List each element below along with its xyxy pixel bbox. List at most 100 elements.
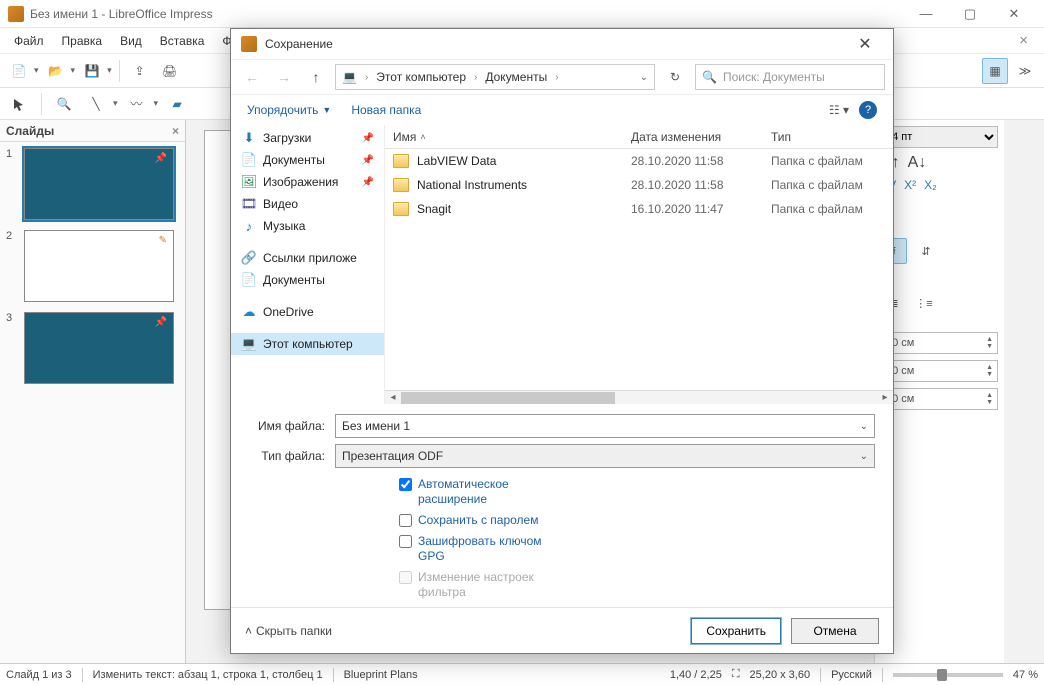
- filter-checkbox: Изменение настроек фильтра: [399, 570, 559, 600]
- folder-tree[interactable]: ⬇Загрузки📌📄Документы📌🖼Изображения📌🎞Видео…: [231, 125, 385, 404]
- tree-item[interactable]: ⬇Загрузки📌: [231, 127, 384, 149]
- slide-thumb-2[interactable]: 2 ✎: [6, 230, 179, 302]
- new-button[interactable]: 📄: [6, 58, 32, 84]
- cancel-button[interactable]: Отмена: [791, 618, 879, 644]
- status-size-icon: ⛶: [732, 668, 740, 681]
- maximize-button[interactable]: ▢: [948, 0, 992, 28]
- status-context: Изменить текст: абзац 1, строка 1, столб…: [93, 669, 323, 681]
- menu-edit[interactable]: Правка: [54, 31, 111, 51]
- dialog-close-button[interactable]: ✕: [847, 30, 883, 58]
- fill-tool[interactable]: ▰: [164, 91, 190, 117]
- tree-item[interactable]: 📄Документы: [231, 269, 384, 291]
- password-checkbox[interactable]: Сохранить с паролем: [399, 513, 538, 528]
- cloud-icon: ☁: [241, 304, 257, 320]
- menu-view[interactable]: Вид: [112, 31, 150, 51]
- statusbar: Слайд 1 из 3 Изменить текст: абзац 1, ст…: [0, 663, 1044, 685]
- dim-3-input[interactable]: 00 см▲▼: [881, 388, 998, 410]
- print-button[interactable]: 🖨: [157, 58, 183, 84]
- music-icon: ♪: [241, 218, 257, 234]
- search-input[interactable]: 🔍 Поиск: Документы: [695, 64, 885, 90]
- slide-thumb-1[interactable]: 1 📌: [6, 148, 179, 220]
- save-button[interactable]: 💾: [79, 58, 105, 84]
- tree-item[interactable]: 🖼Изображения📌: [231, 171, 384, 193]
- slide-thumb-3[interactable]: 3 📌: [6, 312, 179, 384]
- pc-icon: 💻: [241, 336, 257, 352]
- view-mode-button[interactable]: ☷ ▾: [829, 103, 849, 117]
- file-list: Имя˄ Дата изменения Тип LabVIEW Data28.1…: [385, 125, 893, 404]
- menu-file[interactable]: Файл: [6, 31, 52, 51]
- col-name[interactable]: Имя˄: [385, 125, 623, 148]
- zoom-slider[interactable]: [893, 673, 1003, 677]
- doc-icon: 📄: [241, 152, 257, 168]
- gpg-checkbox[interactable]: Зашифровать ключом GPG: [399, 534, 559, 564]
- status-lang: Русский: [831, 669, 872, 681]
- status-size: 25,20 x 3,60: [750, 669, 811, 681]
- nav-forward-button[interactable]: →: [271, 64, 297, 90]
- overflow-button[interactable]: ≫: [1012, 58, 1038, 84]
- status-template: Blueprint Plans: [344, 669, 418, 681]
- decrease-font-icon[interactable]: A↓: [908, 154, 927, 172]
- nav-up-button[interactable]: ↑: [303, 64, 329, 90]
- folder-icon: [393, 154, 409, 168]
- breadcrumb-dropdown-icon[interactable]: ⌄: [640, 72, 648, 83]
- align-middle-icon[interactable]: ⇵: [913, 238, 939, 264]
- save-dialog: Сохранение ✕ ← → ↑ 💻› Этот компьютер› До…: [230, 28, 894, 654]
- tree-item[interactable]: 🔗Ссылки приложе: [231, 247, 384, 269]
- open-button[interactable]: 📂: [43, 58, 69, 84]
- close-document-button[interactable]: ×: [1009, 32, 1038, 49]
- status-slide: Слайд 1 из 3: [6, 669, 72, 681]
- list-item[interactable]: Snagit16.10.2020 11:47Папка с файлам: [385, 197, 893, 221]
- filename-input[interactable]: Без имени 1⌄: [335, 414, 875, 438]
- new-folder-button[interactable]: Новая папка: [351, 103, 421, 117]
- close-button[interactable]: ✕: [992, 0, 1036, 28]
- nav-back-button[interactable]: ←: [239, 64, 265, 90]
- save-confirm-button[interactable]: Сохранить: [691, 618, 781, 644]
- slides-panel-close[interactable]: ×: [172, 124, 179, 138]
- superscript-icon[interactable]: X²: [904, 178, 916, 192]
- pointer-tool[interactable]: [6, 91, 32, 117]
- folder-icon: [393, 178, 409, 192]
- organize-button[interactable]: Упорядочить ▼: [247, 103, 331, 117]
- col-type[interactable]: Тип: [763, 125, 893, 148]
- filetype-label: Тип файла:: [249, 449, 335, 463]
- menu-insert[interactable]: Вставка: [152, 31, 213, 51]
- list-item[interactable]: LabVIEW Data28.10.2020 11:58Папка с файл…: [385, 149, 893, 173]
- numbering-icon[interactable]: ⋮≡: [911, 290, 937, 316]
- tree-item[interactable]: 📄Документы📌: [231, 149, 384, 171]
- minimize-button[interactable]: —: [904, 0, 948, 28]
- help-button[interactable]: ?: [859, 101, 877, 119]
- list-item[interactable]: National Instruments28.10.2020 11:58Папк…: [385, 173, 893, 197]
- export-button[interactable]: ⇪: [127, 58, 153, 84]
- line-tool[interactable]: ╲: [83, 91, 109, 117]
- subscript-icon[interactable]: X₂: [924, 178, 937, 192]
- refresh-button[interactable]: ↻: [661, 64, 689, 90]
- font-size-select[interactable]: 44 пт: [881, 126, 998, 148]
- app-icon: [8, 6, 24, 22]
- titlebar: Без имени 1 - LibreOffice Impress — ▢ ✕: [0, 0, 1044, 28]
- tree-item[interactable]: 💻Этот компьютер: [231, 333, 384, 355]
- horizontal-scrollbar[interactable]: ◂▸: [385, 390, 893, 404]
- dim-2-input[interactable]: 00 см▲▼: [881, 360, 998, 382]
- dim-1-input[interactable]: 00 см▲▼: [881, 332, 998, 354]
- tree-item[interactable]: ☁OneDrive: [231, 301, 384, 323]
- pin-icon: 📌: [362, 177, 374, 188]
- slides-panel: Слайды × 1 📌 2 ✎ 3 📌: [0, 120, 186, 663]
- window-title: Без имени 1 - LibreOffice Impress: [30, 7, 904, 21]
- zoom-tool[interactable]: 🔍: [51, 91, 77, 117]
- hide-folders-button[interactable]: ˄ Скрыть папки: [245, 624, 332, 638]
- pc-icon: 💻: [342, 70, 357, 84]
- download-icon: ⬇: [241, 130, 257, 146]
- status-pos: 1,40 / 2,25: [670, 669, 722, 681]
- filetype-select[interactable]: Презентация ODF⌄: [335, 444, 875, 468]
- auto-extension-checkbox[interactable]: Автоматическое расширение: [399, 477, 559, 507]
- dialog-icon: [241, 36, 257, 52]
- curve-tool[interactable]: 〰: [124, 91, 150, 117]
- breadcrumb[interactable]: 💻› Этот компьютер› Документы› ⌄: [335, 64, 655, 90]
- dialog-title: Сохранение: [265, 37, 847, 51]
- image-icon: 🖼: [241, 174, 257, 190]
- col-date[interactable]: Дата изменения: [623, 125, 763, 148]
- tree-item[interactable]: 🎞Видео: [231, 193, 384, 215]
- slides-panel-title: Слайды: [6, 124, 54, 138]
- view-normal-button[interactable]: ▦: [982, 58, 1008, 84]
- tree-item[interactable]: ♪Музыка: [231, 215, 384, 237]
